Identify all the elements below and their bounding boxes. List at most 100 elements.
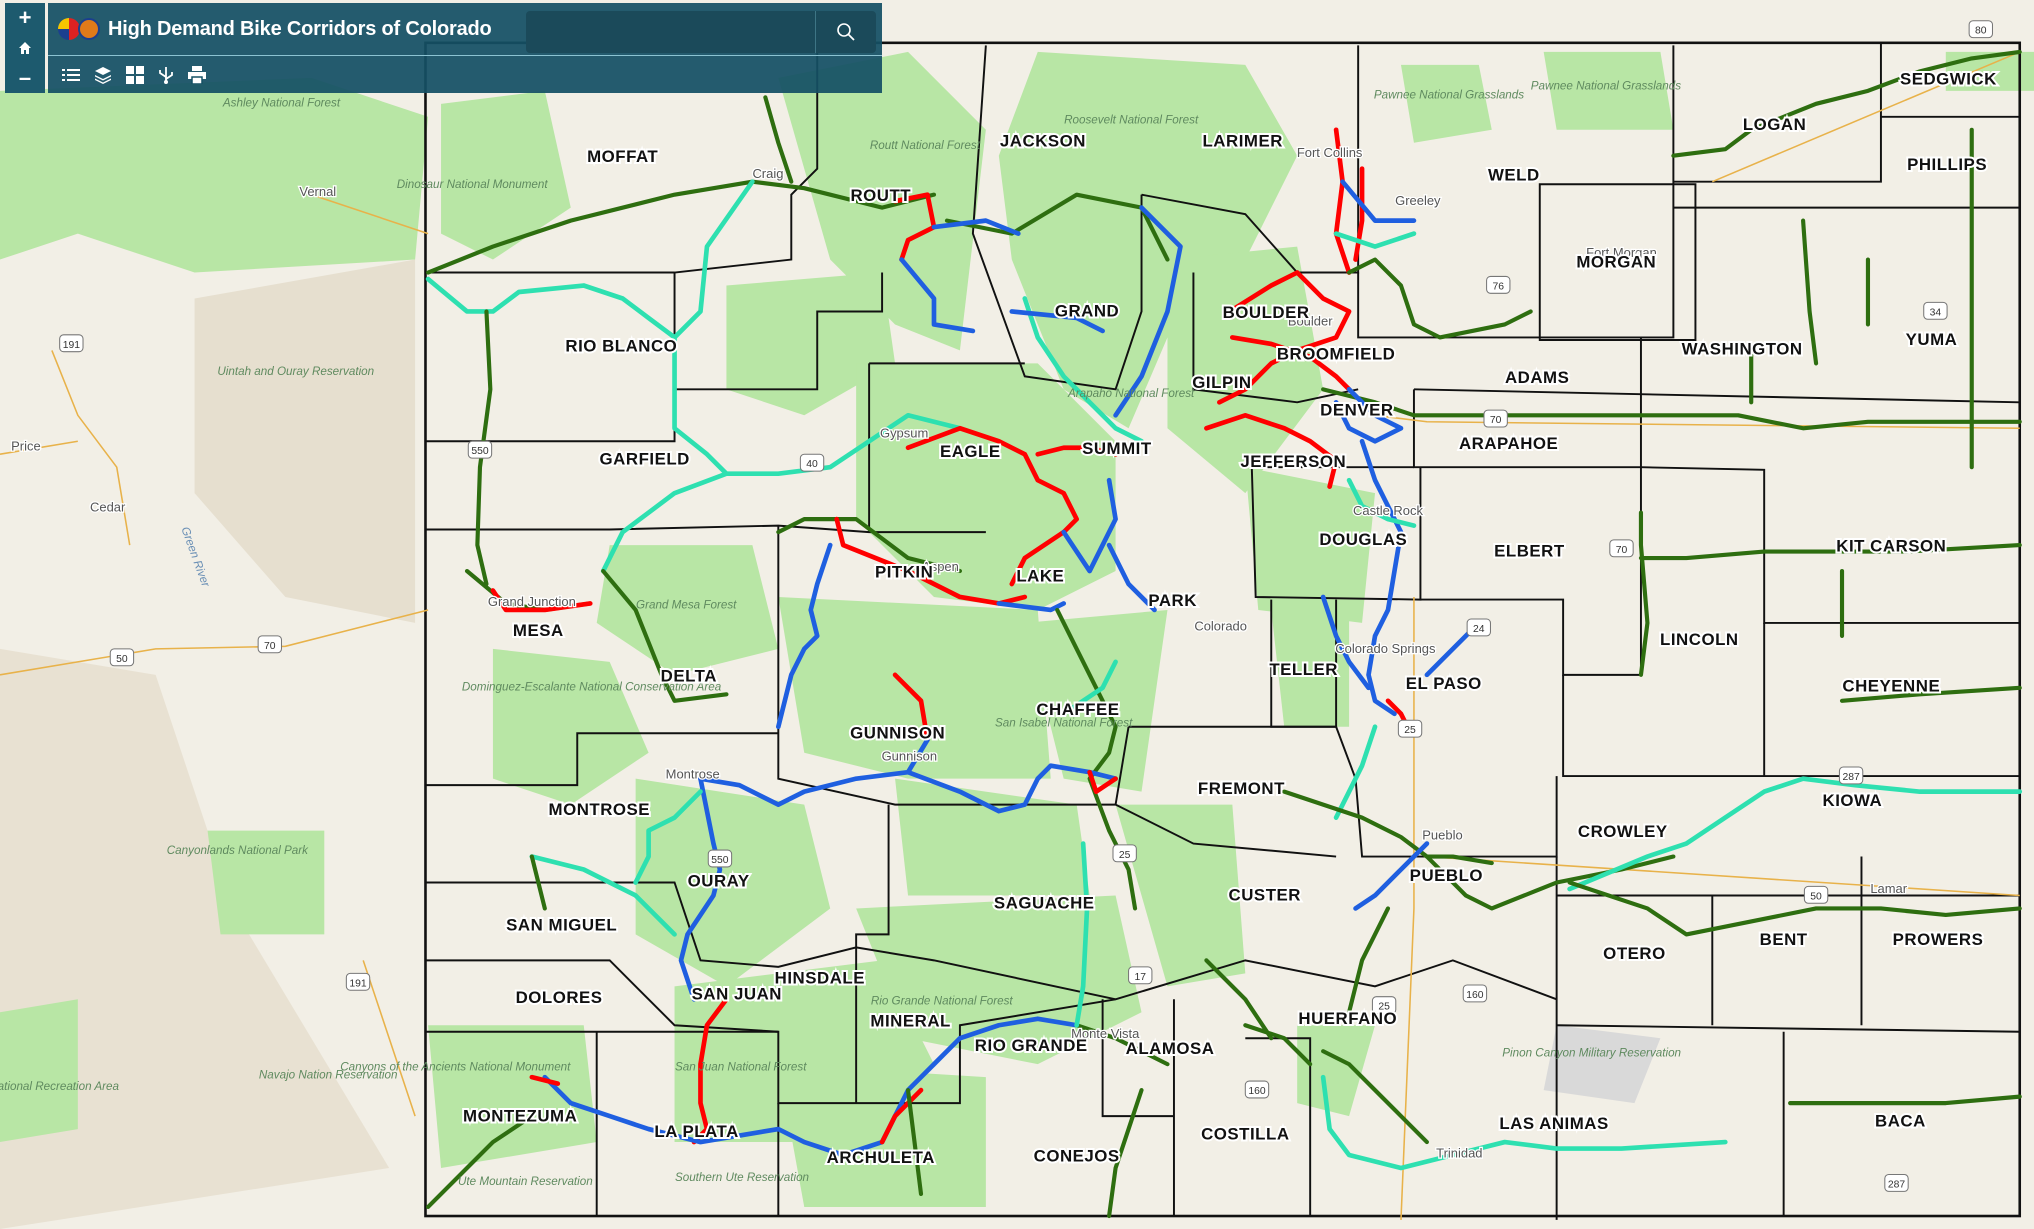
- land-label: Canyons of the Ancients National Monumen…: [340, 1061, 571, 1074]
- county-label: DOUGLAS: [1319, 530, 1407, 549]
- county-label: RIO GRANDE: [975, 1036, 1088, 1055]
- zoom-controls: + –: [5, 3, 45, 93]
- county-label: MESA: [513, 621, 564, 640]
- highway-shield-number: 24: [1473, 624, 1485, 635]
- county-label: MINERAL: [870, 1012, 950, 1031]
- county-label: BOULDER: [1223, 303, 1310, 322]
- county-label: WELD: [1488, 165, 1540, 184]
- land-label: San Juan National Forest: [675, 1061, 807, 1074]
- highway-shield-number: 34: [1930, 307, 1942, 318]
- share-button[interactable]: [158, 66, 174, 84]
- place-label: Colorado Springs: [1335, 641, 1436, 656]
- county-label: TELLER: [1269, 660, 1338, 679]
- highway-shield-number: 50: [1810, 891, 1822, 902]
- county-label: YUMA: [1906, 330, 1958, 349]
- layers-icon: [95, 67, 111, 84]
- home-button[interactable]: [18, 36, 32, 60]
- search-button[interactable]: [815, 11, 876, 53]
- county-label: PHILLIPS: [1907, 155, 1987, 174]
- land-label: Canyonlands National Park: [167, 844, 309, 857]
- highway-shield-number: 550: [471, 446, 489, 457]
- county-label: JACKSON: [1000, 132, 1086, 151]
- place-label: Greeley: [1395, 193, 1441, 208]
- place-label: Fort Collins: [1297, 145, 1363, 160]
- county-label: MORGAN: [1576, 252, 1656, 271]
- highway-shield-number: 70: [1616, 545, 1628, 556]
- app-logo: [58, 18, 100, 40]
- highway-shield-number: 191: [63, 340, 81, 351]
- layers-button[interactable]: [94, 66, 112, 84]
- county-label: CONEJOS: [1034, 1147, 1120, 1166]
- zoom-out-button[interactable]: –: [19, 66, 31, 90]
- land-label: Uintah and Ouray Reservation: [217, 365, 374, 378]
- print-button[interactable]: [188, 66, 206, 84]
- place-label: Montrose: [666, 767, 720, 782]
- highway-shield-number: 70: [264, 641, 276, 652]
- highway-shield-number: 17: [1134, 972, 1146, 983]
- highway-shield-number: 70: [1490, 415, 1502, 426]
- county-label: ALAMOSA: [1126, 1039, 1215, 1058]
- county-label: ROUTT: [850, 186, 911, 205]
- land-label: Roosevelt National Forest: [1064, 113, 1199, 126]
- highway-shield-number: 80: [1975, 26, 1987, 37]
- highway-shield-number: 287: [1842, 772, 1860, 783]
- map-canvas[interactable]: 191 191 50 70 70 76 34 70 24 25 287 287 50 160 160 25 17…: [0, 0, 2034, 1229]
- county-label: MOFFAT: [587, 147, 658, 166]
- land-label: Routt National Forest: [870, 139, 981, 152]
- county-label: PITKIN: [875, 563, 933, 582]
- toolbar: [48, 56, 882, 94]
- county-label: LINCOLN: [1660, 630, 1739, 649]
- land-label: Dinosaur National Monument: [397, 178, 549, 191]
- place-label: Craig: [752, 166, 783, 181]
- county-label: FREMONT: [1198, 779, 1285, 798]
- land-label: Grand Mesa Forest: [636, 599, 737, 612]
- county-label: SAN JUAN: [692, 984, 782, 1003]
- place-label: Vernal: [299, 184, 336, 199]
- county-label: BROOMFIELD: [1277, 344, 1395, 363]
- app-header: High Demand Bike Corridors of Colorado: [48, 3, 882, 93]
- search-icon: [837, 23, 855, 41]
- county-label: CROWLEY: [1578, 822, 1668, 841]
- county-label: MONTROSE: [549, 800, 651, 819]
- place-label: Castle Rock: [1353, 503, 1423, 518]
- county-label: SEDGWICK: [1900, 69, 1997, 88]
- place-label: Grand Junction: [488, 594, 576, 609]
- county-label: DENVER: [1320, 400, 1393, 419]
- app-title: High Demand Bike Corridors of Colorado: [108, 17, 492, 40]
- land-label: Arapaho National Forest: [1067, 387, 1195, 400]
- county-label: LARIMER: [1203, 132, 1283, 151]
- list-icon: [62, 69, 80, 81]
- land-label: Pinon Canyon Military Reservation: [1502, 1046, 1681, 1059]
- land-label: Ute Mountain Reservation: [458, 1175, 593, 1188]
- place-label: Gunnison: [882, 748, 938, 763]
- county-label: GILPIN: [1192, 373, 1251, 392]
- county-label: CHEYENNE: [1842, 677, 1940, 696]
- county-label: PUEBLO: [1410, 866, 1483, 885]
- county-label: SAGUACHE: [994, 893, 1095, 912]
- place-label: Cedar: [90, 499, 126, 514]
- basemap-gallery-button[interactable]: [126, 66, 144, 84]
- land-label: Canyon National Recreation Area: [0, 1080, 120, 1093]
- county-label: LAS ANIMAS: [1499, 1114, 1608, 1133]
- county-label: GARFIELD: [600, 450, 690, 469]
- search-input[interactable]: [526, 11, 815, 53]
- county-label: LOGAN: [1743, 115, 1806, 134]
- zoom-in-button[interactable]: +: [19, 6, 32, 30]
- county-label: ARAPAHOE: [1459, 434, 1558, 453]
- county-label: CHAFFEE: [1036, 700, 1119, 719]
- county-label: SAN MIGUEL: [506, 916, 617, 935]
- place-label: Gypsum: [880, 425, 928, 440]
- county-label: EAGLE: [940, 442, 1001, 461]
- county-label: ADAMS: [1505, 368, 1569, 387]
- legend-list-button[interactable]: [62, 67, 80, 83]
- county-label: BENT: [1760, 930, 1808, 949]
- county-label: ELBERT: [1494, 542, 1565, 561]
- county-label: WASHINGTON: [1682, 339, 1803, 358]
- highway-shield-number: 40: [806, 459, 818, 470]
- county-label: DELTA: [661, 666, 717, 685]
- county-label: SUMMIT: [1082, 439, 1152, 458]
- county-label: EL PASO: [1406, 674, 1482, 693]
- place-label: Trinidad: [1436, 1146, 1482, 1161]
- home-icon: [19, 42, 31, 54]
- county-label: KIOWA: [1823, 791, 1883, 810]
